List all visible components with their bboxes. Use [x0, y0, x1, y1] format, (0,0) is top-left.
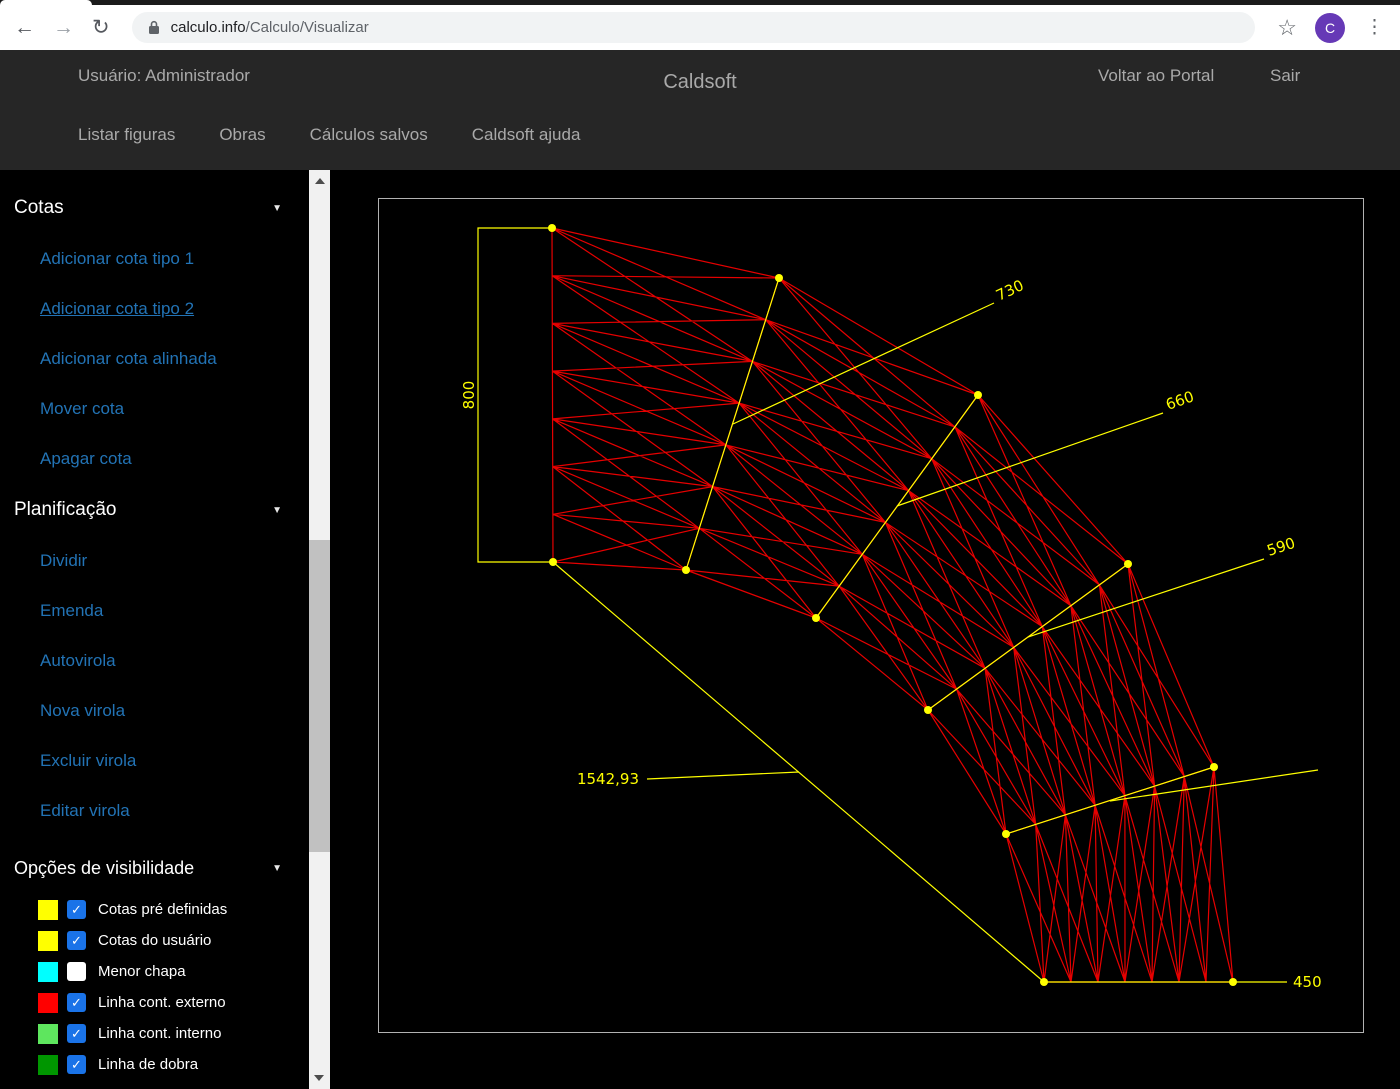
section-title: Planificação: [14, 499, 116, 521]
avatar-letter: C: [1325, 20, 1335, 36]
visibility-checkbox[interactable]: ✓: [67, 900, 86, 919]
main-nav: Listar figuras Obras Cálculos salvos Caldso…: [78, 125, 580, 145]
section-endpoint-dots: [548, 224, 1237, 986]
portal-link[interactable]: Voltar ao Portal: [1098, 66, 1214, 86]
drawing-canvas[interactable]: 800 730 660 590 450 1542,93: [379, 199, 1363, 1032]
dimension-label: 800: [460, 381, 478, 410]
visibility-row: ✓ Cotas do usuário: [0, 925, 306, 956]
section-header-opcoes-de-visibilidade[interactable]: Opções de visibilidade ▼: [0, 842, 306, 894]
chevron-down-icon: ▼: [272, 863, 282, 874]
nav-item-caldsoft-ajuda[interactable]: Caldsoft ajuda: [472, 125, 581, 145]
window-top-strip: [0, 0, 1400, 5]
sidebar-item-nova-virola[interactable]: Nova virola: [0, 686, 306, 736]
lock-icon: [148, 20, 160, 35]
dimension-label: 730: [993, 276, 1027, 304]
color-swatch: [38, 993, 58, 1013]
visibility-checkbox[interactable]: ✓: [67, 1024, 86, 1043]
visibility-checkbox[interactable]: ✓: [67, 1055, 86, 1074]
dimension-label: 660: [1163, 387, 1196, 413]
color-swatch: [38, 962, 58, 982]
browser-toolbar: ← → ↻ calculo.info/Calculo/Visualizar ☆ …: [0, 5, 1400, 50]
url-text: calculo.info/Calculo/Visualizar: [171, 19, 369, 36]
visibility-row: Menor chapa: [0, 956, 306, 987]
sidebar-item-adicionar-cota-tipo-1[interactable]: Adicionar cota tipo 1: [0, 234, 306, 284]
visibility-row: ✓ Linha de dobra: [0, 1049, 306, 1080]
section-title: Cotas: [14, 197, 64, 219]
section-header-cotas[interactable]: Cotas ▼: [0, 182, 306, 234]
sidebar: Cotas▼Adicionar cota tipo 1Adicionar cot…: [0, 170, 306, 1089]
visibility-label: Linha de dobra: [98, 1056, 198, 1073]
url-path: /Calculo/Visualizar: [246, 19, 369, 36]
dimension-label: 590: [1265, 534, 1298, 560]
visibility-label: Menor chapa: [98, 963, 186, 980]
logout-link[interactable]: Sair: [1270, 66, 1300, 86]
dimension-1542-93: 1542,93: [553, 562, 1044, 982]
content: Cotas▼Adicionar cota tipo 1Adicionar cot…: [0, 170, 1400, 1089]
color-swatch: [38, 900, 58, 920]
scroll-down-arrow-icon[interactable]: [314, 1075, 324, 1081]
profile-avatar[interactable]: C: [1315, 13, 1345, 43]
visibility-label: Cotas do usuário: [98, 932, 211, 949]
forward-icon[interactable]: →: [53, 17, 74, 38]
visibility-label: Cotas pré definidas: [98, 901, 227, 918]
visibility-label: Linha cont. externo: [98, 994, 226, 1011]
dimension-label: 1542,93: [577, 770, 639, 788]
sidebar-item-adicionar-cota-alinhada[interactable]: Adicionar cota alinhada: [0, 334, 306, 384]
dimension-450: 450: [1044, 973, 1322, 991]
sidebar-item-adicionar-cota-tipo-2[interactable]: Adicionar cota tipo 2: [0, 284, 306, 334]
color-swatch: [38, 1024, 58, 1044]
scroll-up-arrow-icon[interactable]: [315, 178, 325, 184]
sidebar-item-dividir[interactable]: Dividir: [0, 536, 306, 586]
sidebar-item-emenda[interactable]: Emenda: [0, 586, 306, 636]
section-header-planificacao[interactable]: Planificação ▼: [0, 484, 306, 536]
url-host: calculo.info: [171, 19, 246, 36]
drawing-frame: 800 730 660 590 450 1542,93: [378, 198, 1364, 1033]
visibility-checkbox[interactable]: ✓: [67, 993, 86, 1012]
viewport: 800 730 660 590 450 1542,93: [332, 170, 1400, 1089]
scrollbar-track[interactable]: [309, 170, 330, 1089]
dimension-label: 450: [1293, 973, 1322, 991]
address-bar[interactable]: calculo.info/Calculo/Visualizar: [132, 12, 1256, 43]
chevron-down-icon: ▼: [272, 505, 282, 516]
sidebar-item-excluir-virola[interactable]: Excluir virola: [0, 736, 306, 786]
app-header: Usuário: Administrador Caldsoft Voltar a…: [0, 50, 1400, 170]
section-title: Opções de visibilidade: [14, 858, 194, 879]
visibility-label: Linha cont. interno: [98, 1025, 221, 1042]
dimension-590: 590: [928, 534, 1297, 710]
visibility-checkbox[interactable]: [67, 962, 86, 981]
color-swatch: [38, 1055, 58, 1075]
dimension-800: 800: [460, 228, 553, 562]
sidebar-item-mover-cota[interactable]: Mover cota: [0, 384, 306, 434]
nav-item-obras[interactable]: Obras: [219, 125, 265, 145]
chevron-down-icon: ▼: [272, 203, 282, 214]
sidebar-scrollbar: [306, 170, 332, 1089]
sidebar-item-apagar-cota[interactable]: Apagar cota: [0, 434, 306, 484]
back-icon[interactable]: ←: [14, 17, 35, 38]
scrollbar-thumb[interactable]: [309, 540, 330, 852]
browser-menu-icon[interactable]: ⋮: [1363, 16, 1386, 39]
sidebar-item-autovirola[interactable]: Autovirola: [0, 636, 306, 686]
mesh-lines: [552, 228, 1233, 982]
nav-item-calculos-salvos[interactable]: Cálculos salvos: [310, 125, 428, 145]
visibility-row: ✓ Cotas pré definidas: [0, 894, 306, 925]
sidebar-item-editar-virola[interactable]: Editar virola: [0, 786, 306, 836]
dimension-660: 660: [816, 387, 1196, 618]
visibility-checkbox[interactable]: ✓: [67, 931, 86, 950]
nav-item-listar-figuras[interactable]: Listar figuras: [78, 125, 175, 145]
reload-icon[interactable]: ↻: [92, 17, 110, 38]
browser-tab[interactable]: [0, 0, 92, 5]
visibility-row: ✓ Linha cont. interno: [0, 1018, 306, 1049]
bookmark-star-icon[interactable]: ☆: [1277, 15, 1297, 41]
color-swatch: [38, 931, 58, 951]
visibility-row: ✓ Linha cont. externo: [0, 987, 306, 1018]
